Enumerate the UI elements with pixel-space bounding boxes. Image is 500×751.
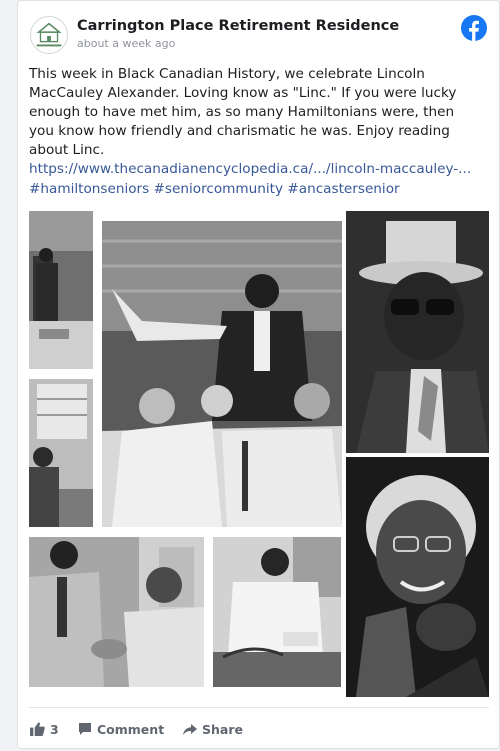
- photo-window-scene[interactable]: [29, 379, 93, 527]
- post-header: Carrington Place Retirement Residence ab…: [18, 1, 499, 59]
- photo-man-signing[interactable]: [213, 537, 341, 687]
- like-count: 3: [50, 721, 59, 737]
- photo-man-at-desk[interactable]: [29, 211, 93, 369]
- post-text-line: enough to have met him, as so many Hamil…: [29, 104, 455, 121]
- photo-man-in-top-hat[interactable]: [346, 211, 489, 453]
- comment-button[interactable]: Comment: [78, 717, 164, 741]
- page-avatar[interactable]: [30, 16, 68, 54]
- actions-divider: [29, 707, 489, 708]
- share-icon: [183, 723, 197, 735]
- carrington-logo-icon: [31, 17, 67, 53]
- post-text-line: This week in Black Canadian History, we …: [29, 66, 425, 82]
- photo-elderly-man-portrait[interactable]: [346, 457, 489, 697]
- post-body: This week in Black Canadian History, we …: [29, 65, 491, 199]
- comment-label: Comment: [97, 721, 165, 737]
- like-button[interactable]: 3: [30, 717, 59, 741]
- post-text-line: MacCauley Alexander. Loving know as "Lin…: [29, 85, 457, 102]
- post-text-line: about Linc.: [29, 142, 105, 159]
- share-label: Share: [202, 721, 243, 737]
- post-text-line: you know how friendly and charismatic he…: [29, 123, 450, 140]
- article-link[interactable]: https://www.thecanadianencyclopedia.ca/.…: [29, 160, 491, 179]
- comment-icon: [79, 723, 91, 735]
- thumbs-up-icon: [30, 722, 45, 736]
- post-timestamp[interactable]: about a week ago: [77, 37, 175, 50]
- post-card: Carrington Place Retirement Residence ab…: [17, 0, 500, 749]
- share-button[interactable]: Share: [183, 717, 243, 741]
- page-name[interactable]: Carrington Place Retirement Residence: [77, 18, 399, 34]
- photo-handshake[interactable]: [29, 537, 204, 687]
- photo-grid: [29, 211, 489, 697]
- facebook-icon[interactable]: [461, 15, 487, 41]
- hashtags[interactable]: #hamiltonseniors #seniorcommunity #ancas…: [29, 180, 491, 199]
- photo-crowd-celebration[interactable]: [102, 221, 342, 527]
